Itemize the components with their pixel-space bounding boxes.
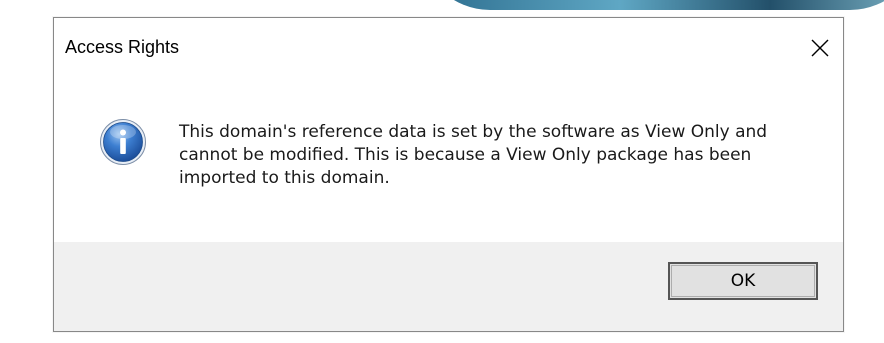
dialog-titlebar: Access Rights <box>54 18 843 78</box>
dialog-footer: OK <box>54 242 843 331</box>
wallpaper-fragment <box>420 0 884 16</box>
information-icon <box>100 119 146 165</box>
ok-button-label: OK <box>730 271 756 291</box>
dialog-title: Access Rights <box>65 37 180 57</box>
desktop-background: Access Rights This domain's reference da… <box>0 0 884 343</box>
ok-button[interactable]: OK <box>668 262 818 300</box>
close-button[interactable] <box>797 26 843 70</box>
wallpaper-shape <box>420 0 884 10</box>
close-icon <box>811 39 829 57</box>
dialog-content: This domain's reference data is set by t… <box>54 78 843 242</box>
access-rights-dialog: Access Rights This domain's reference da… <box>53 17 844 332</box>
dialog-message: This domain's reference data is set by t… <box>179 122 768 188</box>
